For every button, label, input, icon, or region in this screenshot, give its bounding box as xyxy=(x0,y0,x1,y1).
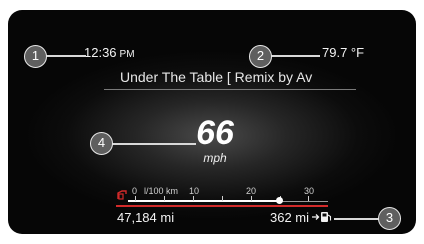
callout-2-leader xyxy=(270,55,320,57)
economy-scale-fill xyxy=(128,200,280,202)
annotated-screenshot: 1 2 3 4 12:36 PM 79.7 °F Under The Table … xyxy=(0,0,424,244)
now-playing-title: Under The Table [ Remix by Av xyxy=(120,69,313,85)
economy-marker xyxy=(276,197,283,204)
clock: 12:36 PM xyxy=(84,45,135,63)
scale-label-0: 0 xyxy=(132,186,138,196)
scale-tick xyxy=(222,196,223,201)
callout-4-leader xyxy=(112,143,196,145)
scale-tick xyxy=(164,196,165,201)
clock-period: PM xyxy=(119,49,135,60)
speed-unit: mph xyxy=(203,151,227,165)
callout-3-leader xyxy=(334,218,380,220)
scale-label-30: 30 xyxy=(304,186,315,196)
scale-label-10: 10 xyxy=(189,186,200,196)
fuel-pump-icon xyxy=(312,212,332,222)
scale-tick xyxy=(308,196,309,201)
warning-line xyxy=(116,205,328,207)
scale-tick xyxy=(193,196,194,201)
fuel-economy-icon xyxy=(117,190,127,200)
outside-temperature: 79.7 °F xyxy=(322,45,365,60)
media-divider xyxy=(104,89,356,90)
callout-1-leader xyxy=(46,55,86,57)
callout-2: 2 xyxy=(249,45,272,68)
scale-tick xyxy=(251,196,252,201)
scale-tick xyxy=(135,196,136,201)
callout-1: 1 xyxy=(24,45,47,68)
callout-4: 4 xyxy=(90,132,113,155)
speed-readout: 66 xyxy=(196,114,234,152)
clock-time: 12:36 xyxy=(84,45,117,60)
odometer: 47,184 mi xyxy=(117,210,175,225)
fuel-range: 362 mi xyxy=(270,210,310,225)
scale-label-20: 20 xyxy=(246,186,257,196)
callout-3: 3 xyxy=(378,207,401,230)
scale-label-unit: l/100 km xyxy=(144,186,179,196)
